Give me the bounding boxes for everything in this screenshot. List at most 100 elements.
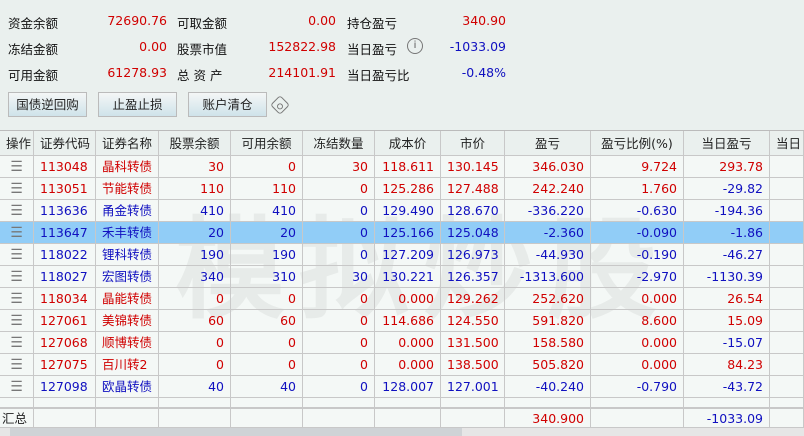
positions-table: 模拟炒股 操作 证券代码 证券名称 股票余额 可用余额 冻结数量 成本价 市价 盈亏 盈亏比例(%… xyxy=(0,130,804,428)
scrollbar-thumb[interactable] xyxy=(10,428,462,436)
summary-label: 持仓盈亏 xyxy=(347,16,398,31)
table-row[interactable]: ☰ 113051 节能转债 110 110 0 125.286 127.488 242.240 1… xyxy=(0,178,804,200)
summary-value: -0.48% xyxy=(461,65,506,80)
available: 190 xyxy=(231,244,303,265)
market-price: 126.973 xyxy=(441,244,505,265)
available: 310 xyxy=(231,266,303,287)
pnl-ratio: 1.760 xyxy=(591,178,684,199)
summary-value: 152822.98 xyxy=(268,39,336,54)
column-header[interactable]: 市价 xyxy=(441,131,505,155)
table-row[interactable]: ☰ 118034 晶能转债 0 0 0 0.000 129.262 252.620 0.000 26… xyxy=(0,288,804,310)
column-header[interactable]: 当日 xyxy=(770,131,804,155)
table-row[interactable]: ☰ 127061 美锦转债 60 60 0 114.686 124.550 591.820 8.6… xyxy=(0,310,804,332)
row-menu-icon[interactable]: ☰ xyxy=(0,244,34,265)
day-pnl: -46.27 xyxy=(684,244,770,265)
row-menu-icon[interactable]: ☰ xyxy=(0,310,34,331)
total-label: 汇总 xyxy=(0,409,34,427)
row-menu-icon[interactable]: ☰ xyxy=(0,200,34,221)
cost-price: 127.209 xyxy=(375,244,441,265)
row-menu-icon[interactable]: ☰ xyxy=(0,266,34,287)
security-code: 118034 xyxy=(34,288,96,309)
empty-cell xyxy=(591,409,684,427)
security-name: 顺博转债 xyxy=(96,332,159,353)
day-pnl: -1130.39 xyxy=(684,266,770,287)
column-header[interactable]: 股票余额 xyxy=(159,131,231,155)
reverse-repo-button[interactable]: 国债逆回购 xyxy=(8,92,87,117)
summary-value: 0.00 xyxy=(139,39,167,54)
empty-cell xyxy=(770,376,804,397)
security-name: 宏图转债 xyxy=(96,266,159,287)
settings-icon[interactable] xyxy=(270,95,290,115)
pnl: 505.820 xyxy=(505,354,591,375)
row-menu-icon[interactable]: ☰ xyxy=(0,376,34,397)
row-menu-icon[interactable]: ☰ xyxy=(0,156,34,177)
market-price: 138.500 xyxy=(441,354,505,375)
column-header[interactable]: 成本价 xyxy=(375,131,441,155)
market-price: 124.550 xyxy=(441,310,505,331)
cost-price: 0.000 xyxy=(375,354,441,375)
table-row[interactable]: ☰ 113647 禾丰转债 20 20 0 125.166 125.048 -2.360 -0.0… xyxy=(0,222,804,244)
cost-price: 125.166 xyxy=(375,222,441,243)
row-menu-icon[interactable]: ☰ xyxy=(0,332,34,353)
column-header[interactable]: 操作 xyxy=(0,131,34,155)
row-menu-icon[interactable]: ☰ xyxy=(0,178,34,199)
table-row[interactable]: ☰ 127098 欧晶转债 40 40 0 128.007 127.001 -40.240 -0.… xyxy=(0,376,804,398)
empty-cell xyxy=(770,354,804,375)
security-name: 美锦转债 xyxy=(96,310,159,331)
info-icon[interactable]: i xyxy=(407,38,423,54)
day-pnl: -194.36 xyxy=(684,200,770,221)
frozen: 0 xyxy=(303,200,375,221)
empty-cell xyxy=(770,156,804,177)
empty-cell xyxy=(684,398,770,407)
market-price: 128.670 xyxy=(441,200,505,221)
row-menu-icon[interactable]: ☰ xyxy=(0,222,34,243)
day-pnl: -1.86 xyxy=(684,222,770,243)
cost-price: 114.686 xyxy=(375,310,441,331)
security-code: 113647 xyxy=(34,222,96,243)
stock-balance: 0 xyxy=(159,354,231,375)
row-menu-icon[interactable]: ☰ xyxy=(0,354,34,375)
pnl-ratio: -0.190 xyxy=(591,244,684,265)
table-header: 操作 证券代码 证券名称 股票余额 可用余额 冻结数量 成本价 市价 盈亏 盈亏比例(%) 当日盈亏… xyxy=(0,130,804,156)
summary-label: 可用金额 xyxy=(8,68,59,83)
empty-cell xyxy=(770,266,804,287)
available: 410 xyxy=(231,200,303,221)
available: 0 xyxy=(231,354,303,375)
column-header[interactable]: 盈亏比例(%) xyxy=(591,131,684,155)
table-row-partial xyxy=(0,398,804,408)
stock-balance: 190 xyxy=(159,244,231,265)
table-row[interactable]: ☰ 118027 宏图转债 340 310 30 130.221 126.357 -1313.6… xyxy=(0,266,804,288)
table-row[interactable]: ☰ 118022 锂科转债 190 190 0 127.209 126.973 -44.930-… xyxy=(0,244,804,266)
security-code: 127098 xyxy=(34,376,96,397)
column-header[interactable]: 可用余额 xyxy=(231,131,303,155)
cost-price: 130.221 xyxy=(375,266,441,287)
horizontal-scrollbar[interactable] xyxy=(0,428,804,436)
day-pnl: 26.54 xyxy=(684,288,770,309)
column-header[interactable]: 冻结数量 xyxy=(303,131,375,155)
cost-price: 0.000 xyxy=(375,332,441,353)
security-name: 晶科转债 xyxy=(96,156,159,177)
empty-cell xyxy=(441,398,505,407)
security-code: 113048 xyxy=(34,156,96,177)
security-code: 127068 xyxy=(34,332,96,353)
market-price: 130.145 xyxy=(441,156,505,177)
table-row[interactable]: ☰ 127068 顺博转债 0 0 0 0.000 131.500 158.580 0.000 -1… xyxy=(0,332,804,354)
stop-profit-loss-button[interactable]: 止盈止损 xyxy=(98,92,177,117)
day-pnl: 84.23 xyxy=(684,354,770,375)
available: 40 xyxy=(231,376,303,397)
column-header[interactable]: 证券名称 xyxy=(96,131,159,155)
empty-cell xyxy=(34,398,96,407)
empty-cell xyxy=(770,244,804,265)
column-header[interactable]: 盈亏 xyxy=(505,131,591,155)
table-row[interactable]: ☰ 113636 甬金转债 410 410 0 129.490 128.670 -336.220… xyxy=(0,200,804,222)
column-header[interactable]: 当日盈亏 xyxy=(684,131,770,155)
total-row: 汇总 340.900 -1033.09 xyxy=(0,408,804,428)
security-code: 127061 xyxy=(34,310,96,331)
table-row[interactable]: ☰ 113048 晶科转债 30 0 30 118.611 130.145 346.030 9.7… xyxy=(0,156,804,178)
clear-account-button[interactable]: 账户清仓 xyxy=(188,92,267,117)
stock-balance: 30 xyxy=(159,156,231,177)
column-header[interactable]: 证券代码 xyxy=(34,131,96,155)
pnl-ratio: 9.724 xyxy=(591,156,684,177)
row-menu-icon[interactable]: ☰ xyxy=(0,288,34,309)
table-row[interactable]: ☰ 127075 百川转2 0 0 0 0.000 138.500 505.820 0.000 84… xyxy=(0,354,804,376)
